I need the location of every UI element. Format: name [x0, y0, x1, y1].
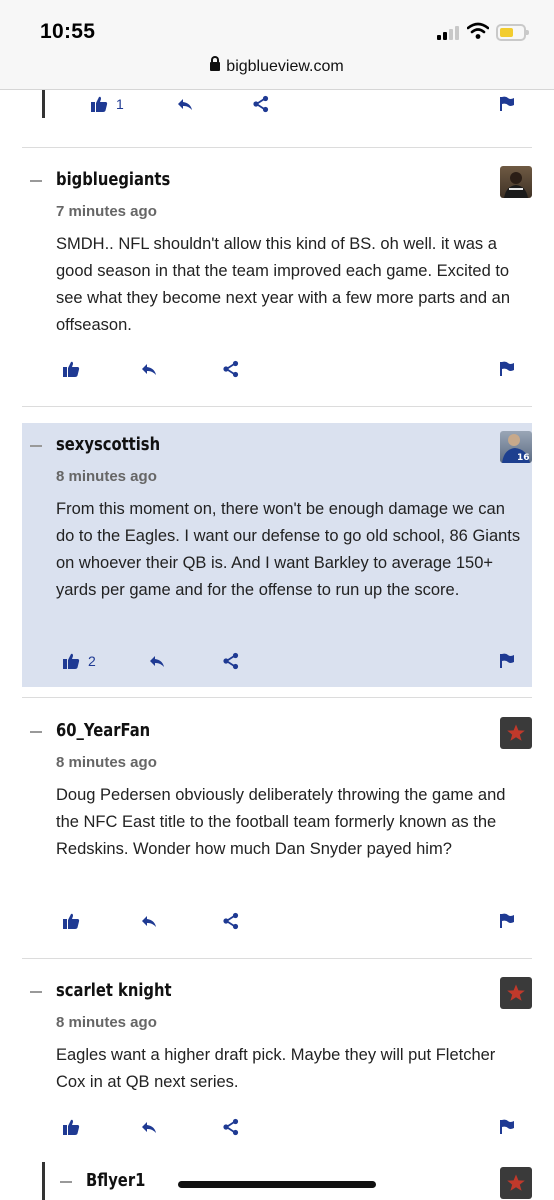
comment-body: SMDH.. NFL shouldn't allow this kind of … [56, 235, 510, 334]
flag-icon [500, 913, 514, 928]
flag-icon [500, 96, 514, 111]
lock-icon [210, 56, 221, 71]
comment-author[interactable]: scarlet knight [56, 980, 172, 1001]
comment-actions [0, 909, 554, 933]
star-icon [507, 984, 525, 1001]
recommend-button[interactable] [62, 357, 80, 381]
flag-button[interactable] [499, 1115, 515, 1139]
address-bar[interactable]: bigblueview.com [0, 56, 554, 76]
player-16-photo-icon: 16 [502, 434, 530, 463]
comment-item-highlighted: sexyscottish 16 8 minutes ago From this … [22, 423, 532, 687]
divider [22, 406, 532, 407]
flag-icon [500, 653, 514, 668]
share-icon [223, 360, 239, 378]
person-photo-icon [504, 172, 528, 198]
comment-time[interactable]: 8 minutes ago [56, 754, 157, 771]
comment-body: Doug Pedersen obviously deliberately thr… [56, 786, 506, 858]
collapse-toggle[interactable] [60, 1181, 72, 1183]
flag-button[interactable] [499, 92, 515, 116]
comment-author[interactable]: bigbluegiants [56, 169, 170, 190]
browser-chrome: 10:55 bigblueview.com [0, 0, 554, 90]
reply-button[interactable] [176, 92, 194, 116]
thumbs-up-icon [91, 96, 108, 112]
flag-button[interactable] [499, 649, 515, 673]
avatar[interactable] [500, 977, 532, 1009]
thumbs-up-icon [63, 1119, 80, 1135]
reply-button[interactable] [140, 1115, 158, 1139]
share-button[interactable] [222, 649, 240, 673]
share-button[interactable] [222, 357, 240, 381]
divider [22, 147, 532, 148]
cellular-signal-icon [437, 26, 463, 40]
reply-icon [142, 1122, 156, 1133]
status-time: 10:55 [40, 20, 96, 43]
recommend-button[interactable]: 1 [90, 92, 124, 116]
comment-author[interactable]: 60_YearFan [56, 720, 150, 741]
share-icon [223, 912, 239, 930]
comment-author[interactable]: Bflyer1 [86, 1170, 145, 1191]
recommend-count: 1 [116, 96, 124, 112]
collapse-toggle[interactable] [30, 180, 42, 182]
star-icon [507, 1174, 525, 1191]
avatar[interactable] [500, 1167, 532, 1199]
flag-icon [500, 1119, 514, 1134]
thumbs-up-icon [63, 653, 80, 669]
star-icon [507, 724, 525, 741]
home-indicator[interactable] [178, 1181, 376, 1188]
reply-icon [150, 656, 164, 667]
thread-line [42, 1162, 45, 1200]
share-button[interactable] [222, 909, 240, 933]
share-icon [223, 1118, 239, 1136]
comment-time[interactable]: 8 minutes ago [56, 1014, 157, 1031]
avatar[interactable]: 16 [500, 431, 532, 463]
reply-icon [178, 99, 192, 110]
recommend-button[interactable]: 2 [62, 649, 96, 673]
collapse-toggle[interactable] [30, 731, 42, 733]
reply-button[interactable] [140, 909, 158, 933]
comment-actions [0, 1115, 554, 1139]
thumbs-up-icon [63, 361, 80, 377]
reply-button[interactable] [140, 357, 158, 381]
divider [22, 958, 532, 959]
share-icon [253, 95, 269, 113]
comment-item-reply: Bflyer1 [52, 1159, 532, 1200]
flag-button[interactable] [499, 357, 515, 381]
reply-button[interactable] [148, 649, 166, 673]
thumbs-up-icon [63, 913, 80, 929]
comment-time[interactable]: 8 minutes ago [56, 468, 157, 485]
avatar[interactable] [500, 166, 532, 198]
wifi-icon [467, 22, 489, 39]
share-button[interactable] [252, 92, 270, 116]
flag-icon [500, 361, 514, 376]
comment-time[interactable]: 7 minutes ago [56, 203, 157, 220]
share-icon [223, 652, 239, 670]
collapse-toggle[interactable] [30, 991, 42, 993]
reply-icon [142, 916, 156, 927]
avatar[interactable] [500, 717, 532, 749]
share-button[interactable] [222, 1115, 240, 1139]
divider [22, 697, 532, 698]
collapse-toggle[interactable] [30, 445, 42, 447]
reply-icon [142, 364, 156, 375]
comment-item: scarlet knight 8 minutes ago Eagles want… [22, 969, 532, 1109]
comment-actions [0, 357, 554, 381]
svg-text:16: 16 [517, 453, 530, 463]
comment-author[interactable]: sexyscottish [56, 434, 160, 455]
comment-item: 60_YearFan 8 minutes ago Doug Pedersen o… [22, 709, 532, 929]
recommend-button[interactable] [62, 1115, 80, 1139]
recommend-count: 2 [88, 653, 96, 669]
flag-button[interactable] [499, 909, 515, 933]
battery-icon [496, 24, 529, 41]
comment-actions: 1 [0, 92, 554, 116]
comment-body: From this moment on, there won't be enou… [56, 500, 521, 599]
comment-body: Eagles want a higher draft pick. Maybe t… [56, 1046, 496, 1091]
recommend-button[interactable] [62, 909, 80, 933]
url-text: bigblueview.com [226, 58, 344, 75]
comment-actions: 2 [0, 649, 554, 673]
